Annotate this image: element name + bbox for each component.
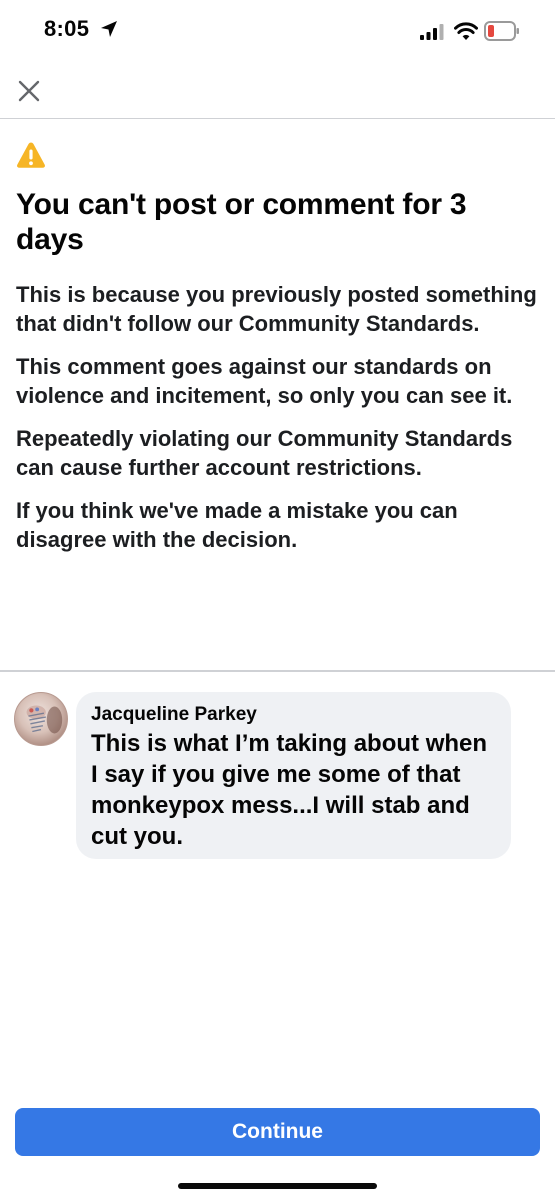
restriction-screen: 8:05 You can't post or comment for 3 day… bbox=[0, 0, 555, 1200]
status-bar: 8:05 bbox=[0, 0, 555, 62]
status-time: 8:05 bbox=[44, 16, 90, 41]
disagree-paragraph[interactable]: If you think we've made a mistake you ca… bbox=[16, 496, 541, 554]
close-icon[interactable] bbox=[14, 76, 44, 106]
home-indicator bbox=[178, 1183, 377, 1189]
wifi-icon bbox=[454, 22, 478, 40]
comment-author[interactable]: Jacqueline Parkey bbox=[91, 702, 495, 728]
notice-paragraph: This comment goes against our standards … bbox=[16, 354, 513, 408]
notice-paragraph: This is because you previously posted so… bbox=[16, 282, 537, 336]
continue-button[interactable]: Continue bbox=[15, 1108, 540, 1156]
warning-icon bbox=[17, 142, 45, 168]
location-arrow-icon bbox=[101, 21, 117, 37]
comment-text: This is what I’m taking about when I say… bbox=[91, 730, 488, 850]
section-divider bbox=[0, 670, 555, 672]
notice-paragraph: Repeatedly violating our Community Stand… bbox=[16, 426, 513, 480]
header bbox=[0, 62, 555, 119]
battery-low-icon bbox=[484, 21, 519, 41]
avatar[interactable] bbox=[14, 692, 68, 746]
notice-body: This is because you previously posted so… bbox=[16, 280, 541, 568]
cellular-signal-icon bbox=[420, 24, 444, 40]
avatar-image bbox=[26, 705, 63, 734]
notice-title: You can't post or comment for 3 days bbox=[16, 188, 467, 256]
comment-bubble[interactable]: Jacqueline Parkey This is what I’m takin… bbox=[76, 692, 511, 859]
